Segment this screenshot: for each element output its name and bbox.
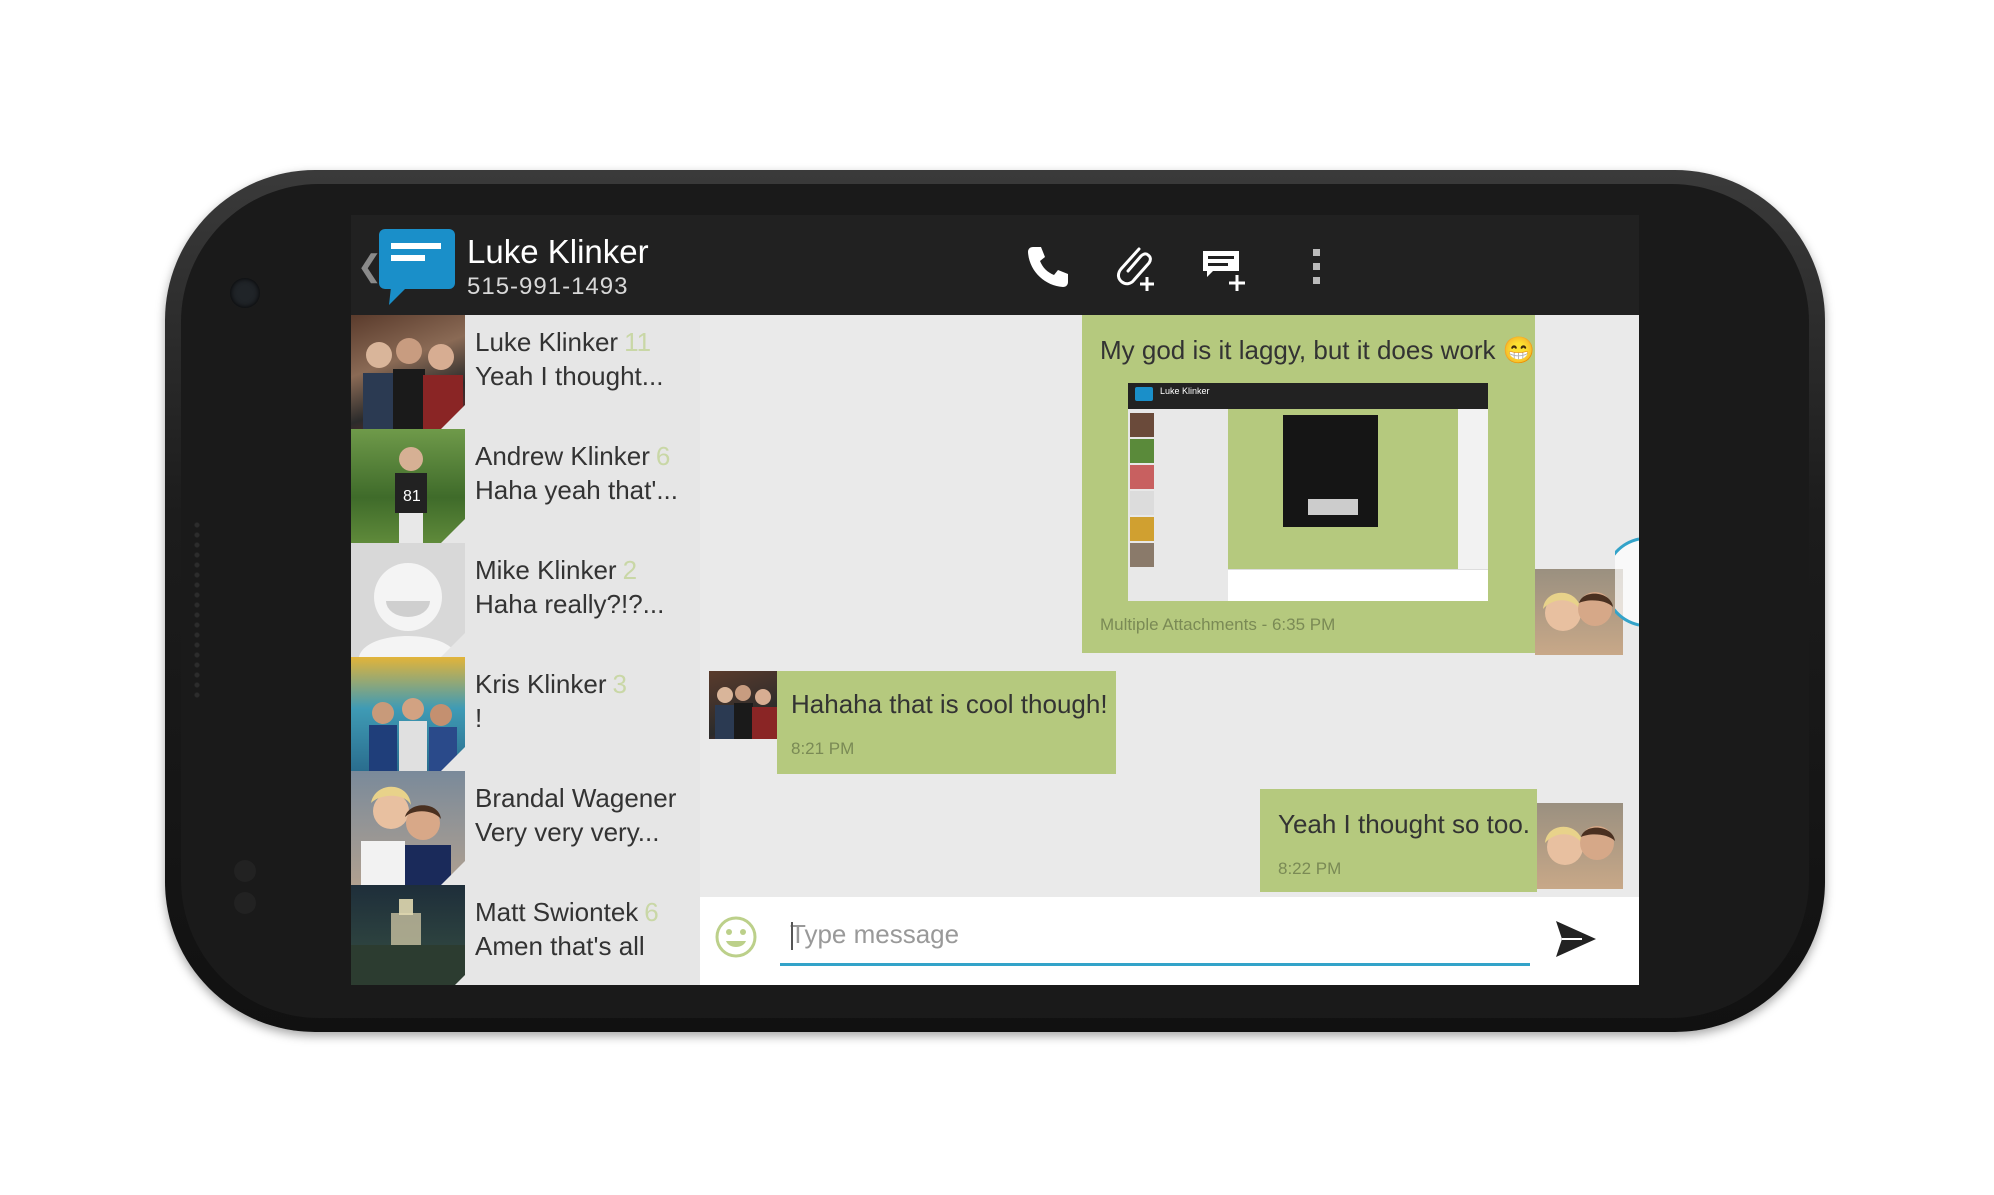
template-icon[interactable] [1199,241,1251,293]
call-icon[interactable] [1021,241,1073,293]
message-bubble-outgoing[interactable]: Yeah I thought so too. 8:22 PM [1260,789,1537,892]
avatar-corner [439,403,465,429]
conversation-snippet: Haha really?!?... [475,589,665,619]
overflow-icon[interactable] [1291,241,1343,293]
message-text: Hahaha that is cool though! [791,689,1108,719]
message-bubble-outgoing[interactable]: My god is it laggy, but it does work 😁 L… [1082,315,1535,653]
conversation-name: Luke Klinker 11 [475,327,652,357]
message-bubble-incoming[interactable]: Hahaha that is cool though! 8:21 PM [777,671,1116,774]
conversation-snippet: Amen that's all [475,931,645,961]
send-icon[interactable] [1552,915,1600,963]
avatar-photo [715,685,777,739]
contact-avatar [351,771,465,885]
message-meta: 8:22 PM [1278,859,1342,878]
sender-avatar [1537,803,1623,889]
compose-bar [700,897,1639,985]
contact-avatar [351,543,465,657]
conversation-snippet: Very very very... [475,817,660,847]
mini-app-icon [1135,387,1153,401]
scroll-handle-icon[interactable] [1615,537,1639,627]
mini-compose [1228,569,1488,601]
sender-avatar [1535,569,1623,655]
attach-icon[interactable] [1109,241,1161,293]
message-meta: Multiple Attachments - 6:35 PM [1100,615,1336,634]
emoji-icon[interactable] [714,915,758,959]
conversation-snippet: Yeah I thought... [475,361,664,391]
conversation-name: Andrew Klinker 6 [475,441,671,471]
avatar-corner [439,745,465,771]
contact-avatar [351,657,465,771]
avatar-corner [439,631,465,657]
speaker-grille [190,520,204,700]
conversation-item[interactable]: Mike Klinker 2 Haha really?!?... [351,543,700,657]
input-underline [780,963,1530,966]
contact-name: Luke Klinker [467,233,649,270]
svg-text:81: 81 [403,488,421,505]
mini-conversation-list [1128,409,1228,601]
attachment-image[interactable]: Luke Klinker [1128,383,1488,601]
message-text: Yeah I thought so too. [1278,809,1531,839]
conversation-item[interactable]: Luke Klinker 11 Yeah I thought... [351,315,700,429]
front-camera [230,278,260,308]
avatar-corner [439,973,465,985]
mini-message-area [1228,409,1458,569]
conversation-snippet: Haha yeah that'... [475,475,678,505]
conversation-item[interactable]: Brandal Wagener Very very very... [351,771,700,885]
conversation-snippet: ! [475,703,483,733]
conversation-list: Luke Klinker 11 Yeah I thought... 81 Andr… [351,315,700,985]
conversation-item[interactable]: 81 Andrew Klinker 6 Haha yeah that'... [351,429,700,543]
message-thread: My god is it laggy, but it does work 😁 L… [700,315,1639,897]
text-cursor [791,922,793,950]
avatar-corner [439,859,465,885]
contact-avatar: 81 [351,429,465,543]
messaging-app-icon[interactable] [377,227,457,307]
message-meta: 8:21 PM [791,739,855,758]
avatar-photo [1543,592,1613,631]
conversation-item[interactable]: Matt Swiontek 6 Amen that's all [351,885,700,985]
conversation-name: Mike Klinker 2 [475,555,638,585]
action-bar: ❮ Luke Klinker 515-991-1493 [351,215,1639,315]
contact-phone: 515-991-1493 [467,273,629,300]
contact-avatar [351,885,465,985]
screen: ❮ Luke Klinker 515-991-1493 Luke Klinker… [351,215,1639,985]
sensor [234,892,256,914]
message-text: My god is it laggy, but it does work 😁 [1100,335,1536,365]
avatar-photo [1545,826,1615,865]
conversation-name: Kris Klinker 3 [475,669,627,699]
sender-avatar [709,671,777,739]
avatar-corner [439,517,465,543]
avatar-photo [351,899,465,985]
sensor [234,860,256,882]
contact-avatar [351,315,465,429]
conversation-name: Brandal Wagener [475,783,677,813]
message-input[interactable] [780,909,1530,959]
mini-action-bar: Luke Klinker [1128,383,1488,409]
mini-title: Luke Klinker [1160,386,1210,396]
conversation-name: Matt Swiontek 6 [475,897,659,927]
conversation-item[interactable]: Kris Klinker 3 ! [351,657,700,771]
